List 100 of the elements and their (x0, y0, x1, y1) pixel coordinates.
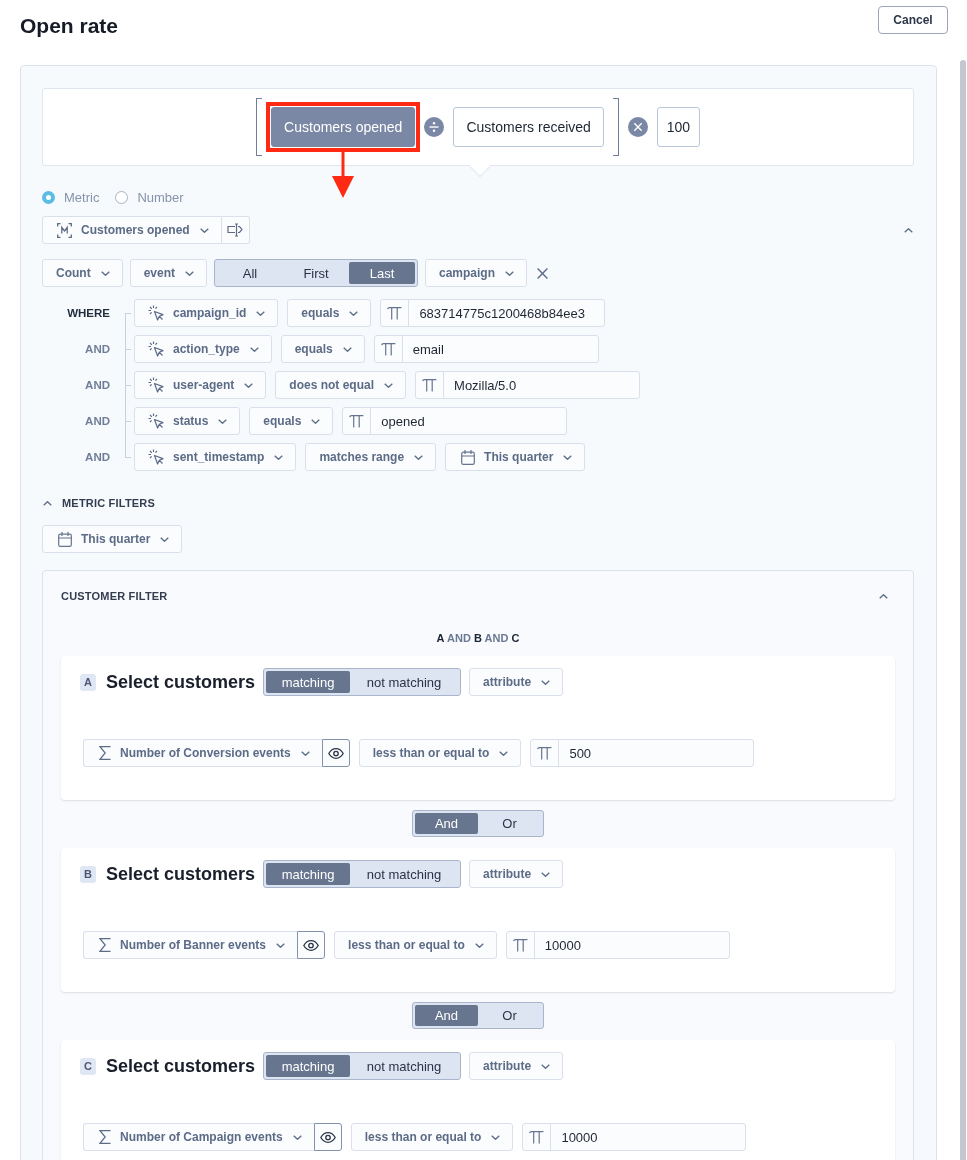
radio-button[interactable] (42, 190, 55, 204)
rename-button[interactable] (221, 216, 250, 244)
value-field[interactable]: 10000 (522, 1123, 747, 1151)
chevron-up-icon[interactable] (879, 593, 888, 599)
operator-select[interactable]: less than or equal to (334, 931, 497, 959)
event-count-select[interactable]: Number of Banner events (83, 931, 298, 959)
group-title: Select customers (106, 863, 256, 885)
value-field[interactable]: email (373, 335, 599, 363)
toggle-option[interactable]: matching (266, 1055, 351, 1077)
number-field[interactable]: 100 (656, 107, 700, 147)
sum-icon (99, 1130, 111, 1144)
group-title: Select customers (106, 671, 256, 693)
metric-select[interactable]: Customers opened (42, 216, 222, 244)
chevron-down-icon (311, 418, 321, 424)
text-type-icon (380, 342, 396, 356)
tag-icon (227, 223, 244, 237)
text-type-icon (537, 746, 553, 760)
filter-type-select[interactable]: attribute (469, 860, 564, 888)
filter-type-select[interactable]: attribute (469, 1052, 564, 1080)
filter-type-select[interactable]: attribute (469, 668, 564, 696)
calendar-icon (58, 531, 72, 547)
value-field[interactable]: 683714775c1200468b84ee3 (380, 299, 606, 327)
visibility-button[interactable] (297, 931, 326, 959)
chevron-down-icon (256, 310, 266, 316)
chevron-down-icon (474, 942, 484, 948)
toggle-option[interactable]: not matching (350, 1055, 459, 1077)
value-field[interactable]: Mozilla/5.0 (415, 371, 641, 399)
chevron-down-icon (342, 346, 352, 352)
chevron-down-icon (100, 270, 110, 276)
field-select[interactable]: user-agent (134, 371, 267, 399)
date-range-select[interactable]: This quarter (445, 443, 586, 471)
operator-select[interactable]: equals (249, 407, 334, 435)
value-field[interactable]: opened (342, 407, 568, 435)
visibility-button[interactable] (313, 1123, 342, 1151)
formula-term-button[interactable]: Customers opened (271, 107, 416, 147)
text-type-icon (512, 938, 528, 952)
chevron-down-icon (384, 382, 394, 388)
formula-term-button[interactable]: Customers received (453, 107, 604, 147)
cancel-button[interactable]: Cancel (878, 6, 948, 34)
operator-select[interactable]: equals (287, 299, 372, 327)
condition-connector: AND (84, 343, 111, 355)
toggle-option[interactable]: matching (266, 863, 351, 885)
property-select[interactable]: campaign (425, 259, 528, 287)
condition-connector: AND (84, 451, 111, 463)
condition-connector: AND (84, 415, 111, 427)
radio-label[interactable]: Number (137, 189, 184, 205)
chevron-down-icon (541, 679, 551, 685)
visibility-button[interactable] (321, 739, 350, 767)
value-field[interactable]: 10000 (505, 931, 730, 959)
radio-label[interactable]: Metric (64, 189, 100, 205)
sum-icon (99, 746, 111, 760)
operator-select[interactable]: does not equal (275, 371, 407, 399)
chevron-down-icon (276, 942, 286, 948)
sum-icon (99, 938, 111, 952)
operator-select[interactable]: less than or equal to (350, 1123, 514, 1151)
chevron-down-icon (541, 871, 551, 877)
toggle-option[interactable]: First (283, 262, 349, 284)
chevron-down-icon (491, 1134, 501, 1140)
toggle-option[interactable]: And (415, 1005, 478, 1026)
toggle-option[interactable]: All (217, 262, 283, 284)
toggle-option[interactable]: And (415, 813, 478, 834)
close-icon[interactable] (537, 267, 549, 279)
metric-icon (57, 222, 72, 238)
chevron-up-icon[interactable] (904, 227, 913, 233)
text-type-icon (387, 306, 403, 320)
radio-button[interactable] (115, 190, 129, 204)
toggle-option[interactable]: Or (478, 813, 541, 834)
chevron-down-icon (414, 454, 424, 460)
toggle-option[interactable]: Or (478, 1005, 541, 1026)
aggregate-select[interactable]: Count (42, 259, 123, 287)
chevron-up-icon[interactable] (43, 500, 52, 506)
toggle-option[interactable]: matching (266, 671, 351, 693)
operator-select[interactable]: matches range (305, 443, 437, 471)
eye-icon (319, 1131, 336, 1143)
group-letter: C (80, 1057, 96, 1075)
toggle-option[interactable]: not matching (350, 671, 459, 693)
eye-icon (303, 939, 320, 951)
toggle-option[interactable]: not matching (350, 863, 459, 885)
cursor-click-icon (148, 449, 164, 465)
chevron-down-icon (185, 270, 194, 276)
chevron-down-icon (541, 1063, 551, 1069)
value-field[interactable]: 500 (530, 739, 755, 767)
toggle-option[interactable]: Last (349, 262, 415, 284)
bracket-icon (612, 98, 619, 156)
date-range-select[interactable]: This quarter (42, 525, 183, 553)
group-letter: B (80, 865, 96, 883)
cursor-click-icon (148, 377, 164, 393)
operator-select[interactable]: less than or equal to (358, 739, 522, 767)
operator-select[interactable]: equals (280, 335, 365, 363)
scrollbar-thumb[interactable] (960, 60, 966, 1160)
field-select[interactable]: status (134, 407, 241, 435)
filter-logic-summary: A AND B AND C (436, 631, 520, 645)
chevron-down-icon (199, 227, 209, 233)
event-count-select[interactable]: Number of Campaign events (83, 1123, 314, 1151)
field-select[interactable]: sent_timestamp (134, 443, 297, 471)
event-count-select[interactable]: Number of Conversion events (83, 739, 322, 767)
type-select[interactable]: event (129, 259, 207, 287)
bracket-icon (256, 98, 263, 156)
field-select[interactable]: action_type (134, 335, 272, 363)
field-select[interactable]: campaign_id (134, 299, 279, 327)
